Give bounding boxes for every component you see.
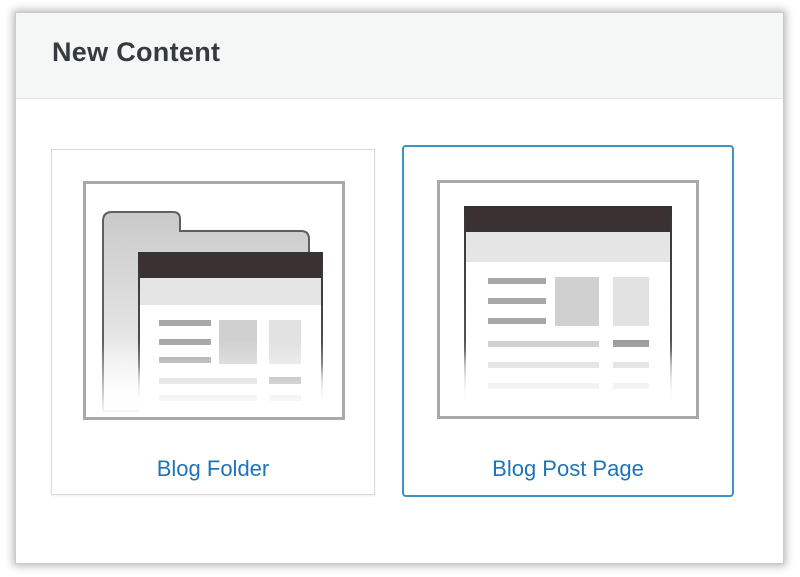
blog-folder-icon [83,181,345,420]
blog-post-page-label: Blog Post Page [492,456,644,481]
blog-folder-label: Blog Folder [156,456,270,481]
blog-folder-option[interactable]: Blog Folder [51,149,375,495]
dialog-title: New Content [52,37,221,67]
blog-post-page-option[interactable]: Blog Post Page [402,145,734,497]
blog-post-page-icon [437,180,699,419]
new-content-dialog: New Content Blog Folder Blog Post Page [15,12,784,564]
dialog-header: New Content [16,13,783,99]
